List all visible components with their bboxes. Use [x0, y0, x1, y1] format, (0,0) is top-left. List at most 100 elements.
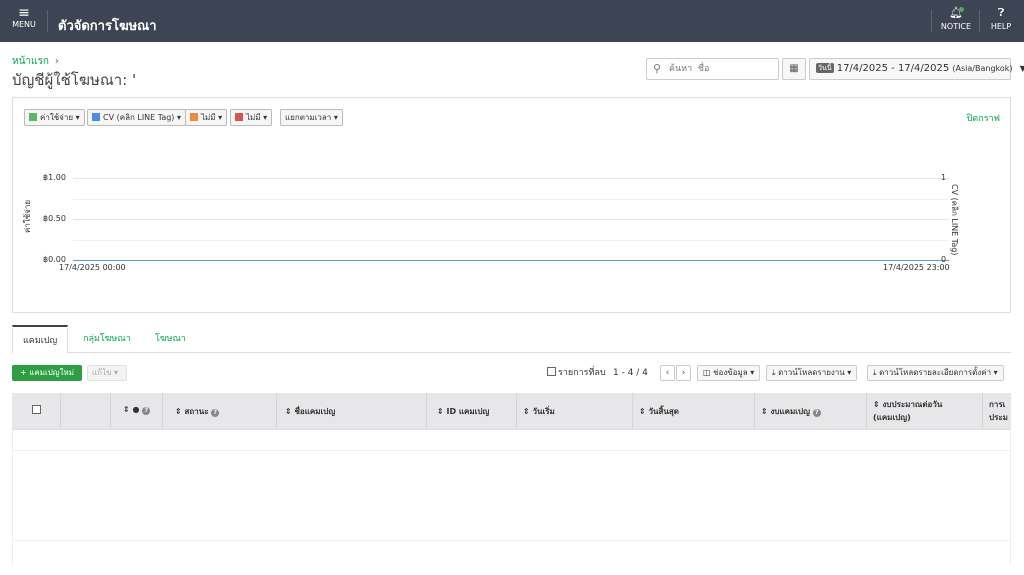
- select-all-checkbox[interactable]: [31, 405, 41, 414]
- metric-select-4[interactable]: ไม่มี ▾: [230, 109, 273, 126]
- col-header-campaign-id[interactable]: ⇕ ID แคมเปญ: [426, 393, 516, 429]
- prev-page-button[interactable]: ‹: [660, 365, 675, 381]
- campaign-table-body: [12, 430, 1011, 565]
- bell-icon: 🔔︎: [949, 6, 963, 19]
- help-icon: ?: [812, 409, 821, 417]
- download-settings-button[interactable]: ⤓ ดาวน์โหลดรายละเอียดการตั้งค่า ▾: [867, 365, 1004, 381]
- start-date-label: วันเริ่ม: [532, 407, 555, 416]
- next-page-button[interactable]: ›: [676, 365, 691, 381]
- color-swatch: [235, 113, 243, 121]
- sort-icon: ⇕: [761, 407, 768, 416]
- plus-icon: +: [19, 368, 27, 377]
- close-graph-link[interactable]: ปิดกราฟ: [967, 111, 1000, 125]
- edit-label: แก้ไข: [92, 368, 112, 377]
- sort-icon: ⇕: [639, 407, 646, 416]
- notice-label: NOTICE: [940, 22, 972, 31]
- table-row-divider: [13, 450, 1010, 451]
- tab-ads[interactable]: โฆษณา: [145, 325, 196, 353]
- breadcrumb-home-link[interactable]: หน้าแรก: [12, 56, 49, 67]
- day-badge: วันนี้: [816, 63, 834, 73]
- search-input[interactable]: [669, 61, 775, 77]
- metric-label: ค่าใช้จ่าย: [40, 113, 74, 122]
- color-swatch: [190, 113, 198, 121]
- columns-icon: ◫: [703, 368, 711, 377]
- divider: [979, 10, 980, 32]
- download-icon: ⤓: [873, 368, 877, 377]
- date-range-picker[interactable]: วันนี้ 17/4/2025 - 17/4/2025 (Asia/Bangk…: [809, 58, 1024, 80]
- metric-select-3[interactable]: ไม่มี ▾: [185, 109, 228, 126]
- daily-budget-label: งบประมาณต่อวัน: [882, 400, 943, 409]
- timezone-text: (Asia/Bangkok): [952, 64, 1013, 73]
- x-tick-label: 17/4/2025 00:00: [59, 263, 126, 272]
- app-title: ตัวจัดการโฆษณา: [58, 19, 157, 34]
- y-axis-label-left: ค่าใช้จ่าย: [23, 199, 32, 233]
- download-icon: ⤓: [772, 368, 776, 377]
- split-label: แยกตามเวลา: [285, 113, 332, 122]
- next-col-sublabel: ประม: [989, 413, 1008, 422]
- chart-panel: ค่าใช้จ่าย ▾ CV (คลิก LINE Tag) ▾ ไม่มี …: [12, 97, 1011, 313]
- columns-button[interactable]: ◫ ช่องข้อมูล ▾: [697, 365, 761, 381]
- deleted-items-checkbox[interactable]: รายการที่ลบ: [547, 366, 606, 380]
- question-icon: ❓︎: [997, 6, 1005, 19]
- metric-select-2[interactable]: CV (คลิก LINE Tag) ▾: [87, 109, 186, 126]
- col-header-start-date[interactable]: ⇕ วันเริ่ม: [516, 393, 632, 429]
- sort-icon: ⇕: [123, 405, 130, 414]
- metric-label: CV (คลิก LINE Tag): [103, 113, 175, 122]
- gridline: [73, 239, 949, 241]
- sort-icon: ⇕: [437, 407, 444, 416]
- y-tick-label-left: ฿0.50: [43, 214, 66, 223]
- pagination-text: 1 - 4 / 4: [613, 368, 648, 378]
- deleted-items-label: รายการที่ลบ: [558, 368, 606, 378]
- y-tick-label-right: 1: [941, 173, 947, 182]
- sort-icon: ⇕: [285, 407, 292, 416]
- calendar-icon: ▦: [789, 63, 799, 74]
- color-swatch: [29, 113, 37, 121]
- notification-dot: [959, 7, 964, 12]
- budget-label: งบแคมเปญ: [770, 407, 810, 416]
- help-button[interactable]: ❓︎ HELP: [986, 6, 1016, 31]
- sort-icon: ⇕: [523, 407, 530, 416]
- new-campaign-button[interactable]: + แคมเปญใหม่: [12, 365, 82, 381]
- tab-campaigns[interactable]: แคมเปญ: [12, 325, 69, 354]
- chevron-right-icon: ›: [54, 56, 59, 67]
- metric-select-1[interactable]: ค่าใช้จ่าย ▾: [24, 109, 85, 126]
- caret-down-icon: ▼: [1019, 64, 1024, 73]
- notice-button[interactable]: 🔔︎ NOTICE: [938, 6, 974, 31]
- col-header-end-date[interactable]: ⇕ วันสิ้นสุด: [632, 393, 754, 429]
- breadcrumb: หน้าแรก ›: [12, 54, 59, 69]
- col-header-campaign-name[interactable]: ⇕ ชื่อแคมเปญ: [276, 393, 426, 429]
- col-header-next[interactable]: การเ ประม: [982, 393, 1011, 429]
- x-tick-label: 17/4/2025 23:00: [883, 263, 950, 272]
- color-swatch: [92, 113, 100, 121]
- col-header-dot[interactable]: ⇕ ● ?: [110, 393, 162, 429]
- hamburger-icon: ≡: [18, 5, 30, 21]
- metric-label: ไม่มี: [201, 113, 216, 122]
- help-label: HELP: [990, 22, 1012, 31]
- sort-icon: ⇕: [873, 400, 880, 409]
- menu-label: MENU: [12, 20, 36, 29]
- help-icon: ?: [211, 409, 220, 417]
- gridline: [73, 178, 949, 179]
- calendar-button[interactable]: ▦: [782, 58, 806, 80]
- gridline: [73, 219, 949, 220]
- col-header-status[interactable]: ⇕ สถานะ ?: [162, 393, 276, 429]
- tab-ad-groups[interactable]: กลุ่มโฆษณา: [73, 325, 141, 353]
- spacer-column: [60, 393, 110, 429]
- campaign-name-label: ชื่อแคมเปญ: [294, 407, 336, 416]
- edit-button[interactable]: แก้ไข ▾: [87, 365, 127, 381]
- checkbox[interactable]: [547, 367, 556, 376]
- menu-button[interactable]: ≡ MENU: [8, 6, 40, 29]
- y-axis-label-right: CV (คลิก LINE Tag): [950, 184, 959, 256]
- download-report-button[interactable]: ⤓ ดาวน์โหลดรายงาน ▾: [766, 365, 858, 381]
- divider: [931, 10, 932, 32]
- daily-budget-sublabel: (แคมเปญ): [873, 413, 911, 422]
- download-report-label: ดาวน์โหลดรายงาน: [778, 368, 845, 377]
- divider: [47, 10, 48, 32]
- col-header-daily-budget[interactable]: ⇕ งบประมาณต่อวัน (แคมเปญ): [866, 393, 982, 429]
- download-settings-label: ดาวน์โหลดรายละเอียดการตั้งค่า: [879, 368, 992, 377]
- search-icon: ⚲: [653, 62, 662, 75]
- col-header-budget[interactable]: ⇕ งบแคมเปญ ?: [754, 393, 866, 429]
- campaign-id-label: ID แคมเปญ: [446, 407, 490, 416]
- split-by-time-select[interactable]: แยกตามเวลา ▾: [280, 109, 343, 126]
- help-icon: ?: [142, 407, 151, 415]
